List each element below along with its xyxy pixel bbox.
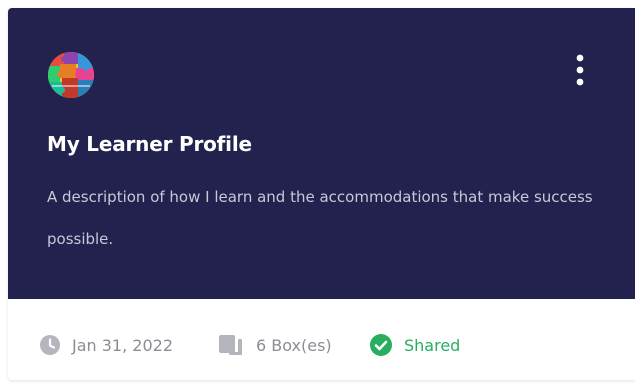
- profile-card[interactable]: My Learner Profile A description of how …: [8, 8, 635, 380]
- shared-status-label: Shared: [404, 335, 461, 355]
- boxes-icon: [219, 335, 242, 355]
- check-circle-icon: [370, 334, 392, 356]
- puzzle-pieces-avatar-icon: [48, 52, 94, 98]
- clock-icon: [40, 335, 60, 355]
- box-count-label: 6 Box(es): [256, 335, 332, 355]
- box-count: 6 Box(es): [218, 334, 332, 356]
- card-title[interactable]: My Learner Profile: [47, 132, 252, 156]
- card-description: A description of how I learn and the acc…: [47, 188, 593, 248]
- card-header: My Learner Profile A description of how …: [8, 8, 635, 299]
- shared-status-badge: Shared: [370, 334, 460, 356]
- card-menu-button[interactable]: [568, 52, 592, 88]
- vertical-ellipsis-icon: [576, 54, 584, 86]
- created-date-label: Jan 31, 2022: [72, 335, 173, 355]
- created-date: Jan 31, 2022: [40, 334, 173, 356]
